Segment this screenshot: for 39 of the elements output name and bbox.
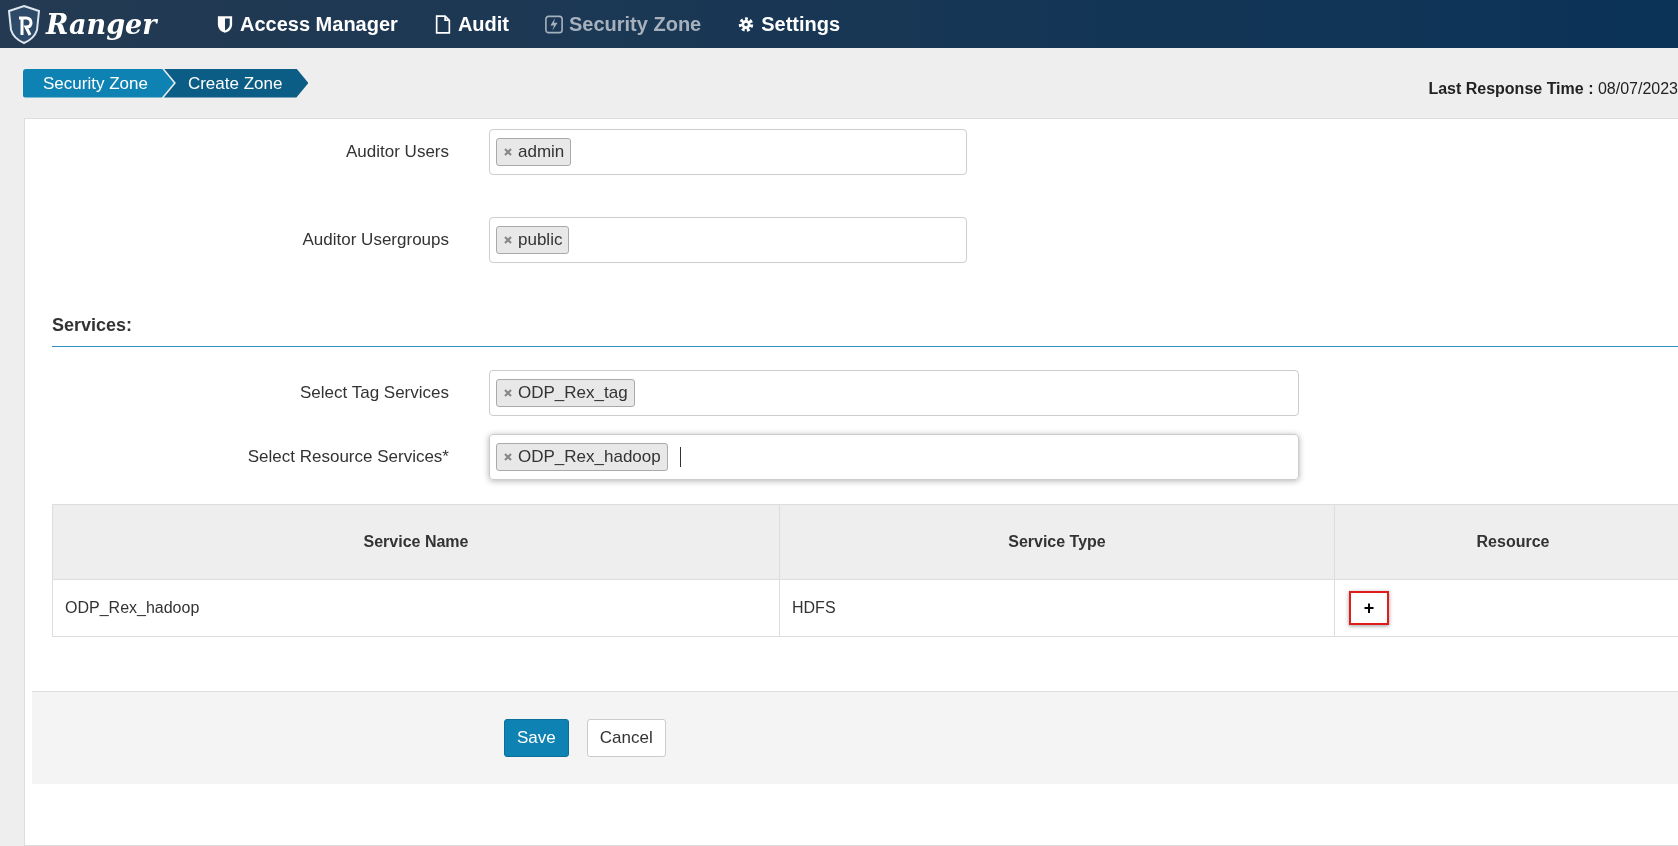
lightning-icon [544,14,563,34]
last-response-time: Last Response Time : 08/07/2023 [1428,80,1678,98]
text-cursor [679,447,681,467]
remove-icon[interactable] [503,235,513,245]
nav-link[interactable]: Settings [737,12,841,36]
column-header: Service Type [779,504,1335,580]
tag-input-field[interactable]: public [489,217,967,263]
section-heading: Services: [52,315,1678,347]
tag-input-field[interactable]: ODP_Rex_tag [489,370,1299,416]
breadcrumb-link[interactable]: Security Zone [23,68,174,98]
remove-icon[interactable] [503,388,513,398]
brand-name[interactable]: Ranger [46,8,157,40]
nav-link[interactable]: Access Manager [216,12,398,36]
tag-chip: ODP_Rex_tag [496,379,635,407]
remove-icon[interactable] [503,452,513,462]
tag-input-field[interactable]: admin [489,129,967,175]
field-label: Auditor Usergroups [301,230,450,250]
cancel-button[interactable]: Cancel [586,719,666,757]
add-resource-button[interactable]: + [1349,591,1389,625]
tag-chip: public [496,226,570,254]
document-icon [433,14,452,34]
table-cell: ODP_Rex_hadoop [52,579,780,637]
column-header: Service Name [52,504,780,580]
table-cell: HDFS [779,579,1335,637]
shield-logo-icon [6,4,42,44]
tag-input-field[interactable]: ODP_Rex_hadoop [489,434,1299,480]
breadcrumb-link[interactable]: Create Zone [163,68,309,98]
field-label: Select Resource Services* [246,447,450,467]
column-header: Resource [1334,504,1678,580]
field-label: Auditor Users [345,142,450,162]
save-button[interactable]: Save [504,719,569,757]
shield-icon [216,14,234,34]
tag-chip: admin [496,138,572,166]
field-label: Select Tag Services [299,383,450,403]
nav-link[interactable]: Audit [433,12,509,36]
tag-chip: ODP_Rex_hadoop [496,443,668,471]
settings-icon [737,14,756,34]
remove-icon[interactable] [503,147,513,157]
nav-link[interactable]: Security Zone [544,12,702,36]
